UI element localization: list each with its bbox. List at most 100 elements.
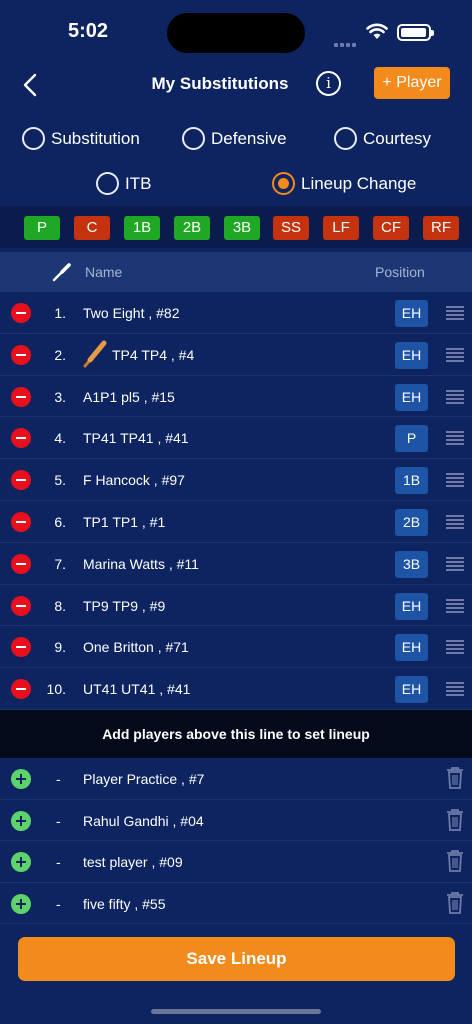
bench-row: - five fifty , #55	[0, 882, 472, 924]
batting-order: 9.	[54, 639, 66, 656]
position-chip-p: P	[24, 216, 60, 240]
drag-handle-icon[interactable]	[446, 598, 464, 613]
remove-player-icon[interactable]	[11, 637, 31, 658]
drag-handle-icon[interactable]	[446, 682, 464, 697]
header: My Substitutions i + Player	[0, 64, 472, 108]
position-select[interactable]: 2B	[395, 508, 428, 536]
position-select[interactable]: EH	[395, 592, 428, 620]
position-select[interactable]: 1B	[395, 467, 428, 495]
position-chip-ss: SS	[273, 216, 309, 240]
trash-icon[interactable]	[445, 766, 465, 790]
remove-player-icon[interactable]	[11, 344, 31, 365]
position-select[interactable]: EH	[395, 634, 428, 662]
drag-handle-icon[interactable]	[446, 389, 464, 404]
player-name: TP4 TP4 , #4	[112, 346, 195, 363]
player-name: Two Eight , #82	[83, 305, 180, 321]
lineup-row: 2. TP4 TP4 , #4 EH	[0, 333, 472, 376]
drag-handle-icon[interactable]	[446, 347, 464, 362]
position-chip-rf: RF	[423, 216, 459, 240]
status-bar: 5:02	[0, 0, 472, 64]
bench-row: - Player Practice , #7	[0, 758, 472, 800]
lineup-list: 1. Two Eight , #82 EH 2. TP4 TP4 , #4 EH…	[0, 292, 472, 710]
bench-list: - Player Practice , #7 - Rahul Gandhi , …	[0, 758, 472, 924]
remove-player-icon[interactable]	[11, 595, 31, 616]
radio-unselected-icon	[96, 172, 119, 195]
position-select[interactable]: EH	[395, 300, 428, 327]
batting-order: 3.	[54, 388, 66, 405]
option-substitution[interactable]: Substitution	[22, 127, 140, 150]
status-time: 5:02	[68, 20, 109, 42]
option-lineup-change[interactable]: Lineup Change	[272, 172, 416, 195]
position-select[interactable]: P	[395, 425, 428, 453]
batting-order: 4.	[54, 430, 66, 447]
batting-order: 8.	[54, 597, 66, 614]
player-name: UT41 UT41 , #41	[83, 681, 191, 698]
batting-order: 10.	[46, 681, 66, 698]
batting-order: 5.	[54, 472, 66, 489]
remove-player-icon[interactable]	[11, 553, 31, 574]
position-select[interactable]: EH	[395, 341, 428, 369]
option-courtesy[interactable]: Courtesy	[334, 127, 431, 150]
trash-icon[interactable]	[445, 808, 465, 832]
position-chip-c: C	[74, 216, 110, 240]
add-to-lineup-icon[interactable]	[11, 893, 31, 914]
radio-unselected-icon	[182, 127, 205, 150]
remove-player-icon[interactable]	[11, 470, 31, 491]
bench-order: -	[56, 812, 61, 829]
position-select[interactable]: EH	[395, 676, 428, 704]
batting-order: 7.	[54, 555, 66, 572]
drag-handle-icon[interactable]	[446, 514, 464, 529]
position-select[interactable]: EH	[395, 383, 428, 411]
bench-order: -	[56, 854, 61, 870]
player-name: One Britton , #71	[83, 639, 189, 656]
name-column-header: Name	[85, 264, 123, 280]
lineup-row: 7. Marina Watts , #11 3B	[0, 542, 472, 585]
position-chip-3b: 3B	[224, 216, 260, 240]
remove-player-icon[interactable]	[11, 428, 31, 449]
player-name: A1P1 pl5 , #15	[83, 388, 175, 405]
radio-unselected-icon	[22, 127, 45, 150]
remove-player-icon[interactable]	[11, 386, 31, 407]
wifi-icon	[366, 23, 388, 39]
battery-icon	[397, 24, 434, 41]
position-chip-bar: P C 1B 2B 3B SS LF CF RF	[0, 206, 472, 248]
batting-order: 6.	[54, 513, 66, 530]
lineup-divider-banner: Add players above this line to set lineu…	[0, 710, 472, 758]
home-indicator[interactable]	[151, 1009, 321, 1014]
trash-icon[interactable]	[445, 849, 465, 873]
remove-player-icon[interactable]	[11, 303, 31, 323]
lineup-row: 4. TP41 TP41 , #41 P	[0, 417, 472, 460]
add-player-button[interactable]: + Player	[374, 67, 450, 99]
option-itb[interactable]: ITB	[96, 172, 151, 195]
player-name: TP1 TP1 , #1	[83, 513, 166, 530]
drag-handle-icon[interactable]	[446, 556, 464, 571]
add-to-lineup-icon[interactable]	[11, 852, 31, 872]
player-name: Player Practice , #7	[83, 771, 205, 787]
position-chip-cf: CF	[373, 216, 409, 240]
lineup-row: 1. Two Eight , #82 EH	[0, 292, 472, 334]
add-to-lineup-icon[interactable]	[11, 769, 31, 789]
option-defensive[interactable]: Defensive	[182, 127, 287, 150]
dynamic-island	[167, 13, 305, 53]
option-label: Courtesy	[363, 128, 432, 148]
drag-handle-icon[interactable]	[446, 431, 464, 446]
player-name: test player , #09	[83, 854, 183, 870]
bench-row: - test player , #09	[0, 841, 472, 883]
player-name: Marina Watts , #11	[83, 555, 199, 572]
add-to-lineup-icon[interactable]	[11, 810, 31, 831]
info-icon[interactable]: i	[316, 71, 341, 96]
remove-player-icon[interactable]	[11, 679, 31, 700]
lineup-row: 9. One Britton , #71 EH	[0, 626, 472, 669]
drag-handle-icon[interactable]	[446, 473, 464, 488]
batting-bat-icon	[83, 340, 107, 368]
remove-player-icon[interactable]	[11, 511, 31, 532]
position-chip-2b: 2B	[174, 216, 210, 240]
player-name: Rahul Gandhi , #04	[83, 812, 204, 829]
drag-handle-icon[interactable]	[446, 640, 464, 655]
drag-handle-icon[interactable]	[446, 306, 464, 320]
save-lineup-button[interactable]: Save Lineup	[18, 937, 455, 981]
trash-icon[interactable]	[445, 891, 465, 915]
position-chip-1b: 1B	[124, 216, 160, 240]
position-select[interactable]: 3B	[395, 550, 428, 578]
lineup-row: 8. TP9 TP9 , #9 EH	[0, 584, 472, 627]
